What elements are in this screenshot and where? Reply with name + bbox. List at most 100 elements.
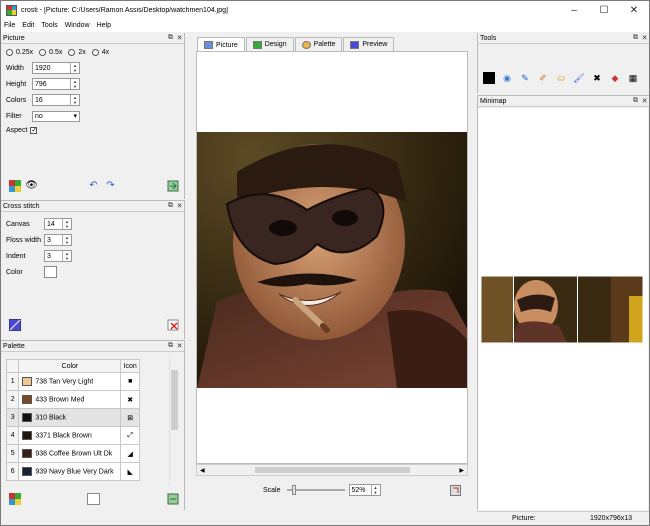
scale-slider[interactable] <box>286 485 345 495</box>
canvas-stepper[interactable]: 14 ▲ ▼ <box>44 218 72 230</box>
maximize-button[interactable]: ☐ <box>589 1 619 19</box>
zoom-radio-2[interactable] <box>68 49 76 56</box>
pen-tool-icon[interactable]: ✎ <box>517 71 533 85</box>
brush-tool-icon[interactable]: 🖌 <box>571 71 587 85</box>
zoom-label-025: 0.25x <box>16 49 34 56</box>
icon-column-header: Icon <box>120 359 140 373</box>
color-label: Color <box>6 268 23 276</box>
picture-canvas[interactable] <box>196 51 468 464</box>
row-number: 1 <box>5 372 20 391</box>
indent-stepper[interactable]: 3 ▲ ▼ <box>44 250 72 262</box>
height-stepper[interactable]: 796 ▲ ▼ <box>32 78 80 90</box>
close-button[interactable]: ✕ <box>619 1 649 19</box>
height-value: 796 <box>35 80 47 88</box>
close-icon[interactable]: ✕ <box>640 97 649 105</box>
table-row[interactable]: 4 3371 Black Brown ⤢ <box>5 426 140 445</box>
tab-preview[interactable]: Preview <box>343 37 395 51</box>
row-number: 3 <box>5 408 20 427</box>
canvas-h-scrollbar[interactable]: ◀ ▶ <box>196 464 468 476</box>
table-row[interactable]: 2 433 Brown Med ✖ <box>5 390 140 409</box>
eye-icon[interactable]: 👁 <box>25 179 38 192</box>
stitch-symbol-icon: ◢ <box>120 444 140 463</box>
float-icon[interactable]: ⧉ <box>631 97 640 105</box>
grid-icon[interactable] <box>8 179 21 192</box>
palette-add-icon[interactable] <box>8 492 21 505</box>
stitch-symbol-icon: ⤢ <box>120 426 140 445</box>
fill-tool-icon[interactable]: ⛀ <box>553 71 569 85</box>
grid-tool-icon[interactable]: ▦ <box>625 71 641 85</box>
color-black-tool-icon[interactable] <box>481 71 497 85</box>
float-icon[interactable]: ⧉ <box>631 34 640 42</box>
pencil-tool-icon[interactable]: ✐ <box>535 71 551 85</box>
minimap-panel: Minimap ⧉ ✕ <box>477 95 649 510</box>
color-swatch <box>22 377 33 386</box>
width-stepper[interactable]: 1920 ▲ ▼ <box>32 62 80 74</box>
cross-stitch-title: Cross stitch <box>3 202 40 210</box>
undo-icon[interactable]: ↶ <box>87 179 100 192</box>
clear-stitch-icon[interactable] <box>166 318 179 331</box>
tab-picture-label: Picture <box>216 41 238 49</box>
colors-stepper[interactable]: 16 ▲ ▼ <box>32 94 80 106</box>
color-column-header: Color <box>18 359 122 373</box>
color-name: 939 Navy Blue Very Dark <box>35 468 114 476</box>
redo-icon[interactable]: ↷ <box>104 179 117 192</box>
close-icon[interactable]: ✕ <box>175 34 184 42</box>
close-icon[interactable]: ✕ <box>640 34 649 42</box>
scale-stepper[interactable]: 52% ▲ ▼ <box>348 484 381 496</box>
zoom-label-4: 4x <box>101 49 110 56</box>
filter-select[interactable]: no ▾ <box>32 110 80 122</box>
bucket-tool-icon[interactable]: ◆ <box>607 71 623 85</box>
picture-panel: Picture ⧉ ✕ 0.25x 0.5x 2x 4x Width 1920 ▲ ▼ H… <box>1 33 185 199</box>
cross-tool-icon[interactable]: ✖ <box>589 71 605 85</box>
palette-tool-icon[interactable]: ◉ <box>499 71 515 85</box>
floss-width-stepper[interactable]: 3 ▲ ▼ <box>44 234 72 246</box>
floss-width-value: 3 <box>47 236 51 244</box>
canvas-label: Canvas <box>6 220 30 228</box>
minimap-title: Minimap <box>480 97 507 105</box>
palette-export-icon[interactable] <box>166 492 179 505</box>
scroll-right-icon[interactable]: ▶ <box>459 467 464 474</box>
table-row[interactable]: 3 310 Black ⊠ <box>5 408 140 427</box>
table-row[interactable]: 6 939 Navy Blue Very Dark ◣ <box>5 462 140 481</box>
row-number: 2 <box>5 390 20 409</box>
aspect-label: Aspect <box>6 127 28 134</box>
tab-design[interactable]: Design <box>245 37 294 51</box>
table-row[interactable]: 5 938 Coffee Brown Ult Dk ◢ <box>5 444 140 463</box>
scroll-thumb[interactable] <box>255 467 410 473</box>
menu-window[interactable]: Window <box>65 22 90 29</box>
stitch-preview-icon[interactable] <box>8 318 21 331</box>
aspect-checkbox[interactable]: ✓ <box>30 127 38 134</box>
close-icon[interactable]: ✕ <box>175 202 184 210</box>
float-icon[interactable]: ⧉ <box>166 342 175 350</box>
menu-tools[interactable]: Tools <box>41 22 57 29</box>
close-icon[interactable]: ✕ <box>175 342 184 350</box>
preview-icon <box>350 40 360 49</box>
picture-icon <box>204 41 213 49</box>
zoom-radio-05[interactable] <box>39 49 47 56</box>
palette-blank-button[interactable] <box>87 492 100 505</box>
minimap-thumbnail[interactable] <box>481 276 643 343</box>
filter-value: no <box>35 112 43 120</box>
palette-scrollbar[interactable] <box>169 358 179 486</box>
table-row[interactable]: 1 738 Tan Very Light ■ <box>5 372 140 391</box>
fit-icon[interactable] <box>449 484 462 497</box>
minimize-button[interactable]: – <box>559 1 589 19</box>
menu-help[interactable]: Help <box>97 22 111 29</box>
export-icon[interactable] <box>166 179 179 192</box>
picture-panel-title: Picture <box>3 34 25 42</box>
color-swatch-button[interactable] <box>44 266 57 278</box>
float-icon[interactable]: ⧉ <box>166 202 175 210</box>
color-name: 3371 Black Brown <box>35 432 92 440</box>
menu-file[interactable]: File <box>4 22 15 29</box>
tab-palette[interactable]: Palette <box>294 37 343 51</box>
scroll-left-icon[interactable]: ◀ <box>200 467 205 474</box>
menu-edit[interactable]: Edit <box>22 22 34 29</box>
zoom-radio-025[interactable] <box>6 49 13 56</box>
height-label: Height <box>6 80 27 88</box>
title-bar: crosti - [Picture: C:/Users/Ramon Assis/… <box>1 1 649 19</box>
zoom-radio-4[interactable] <box>91 49 99 56</box>
menu-bar: File Edit Tools Window Help <box>1 19 649 32</box>
chevron-down-icon: ▾ <box>73 113 77 120</box>
tab-picture[interactable]: Picture <box>197 37 245 52</box>
float-icon[interactable]: ⧉ <box>166 34 175 42</box>
